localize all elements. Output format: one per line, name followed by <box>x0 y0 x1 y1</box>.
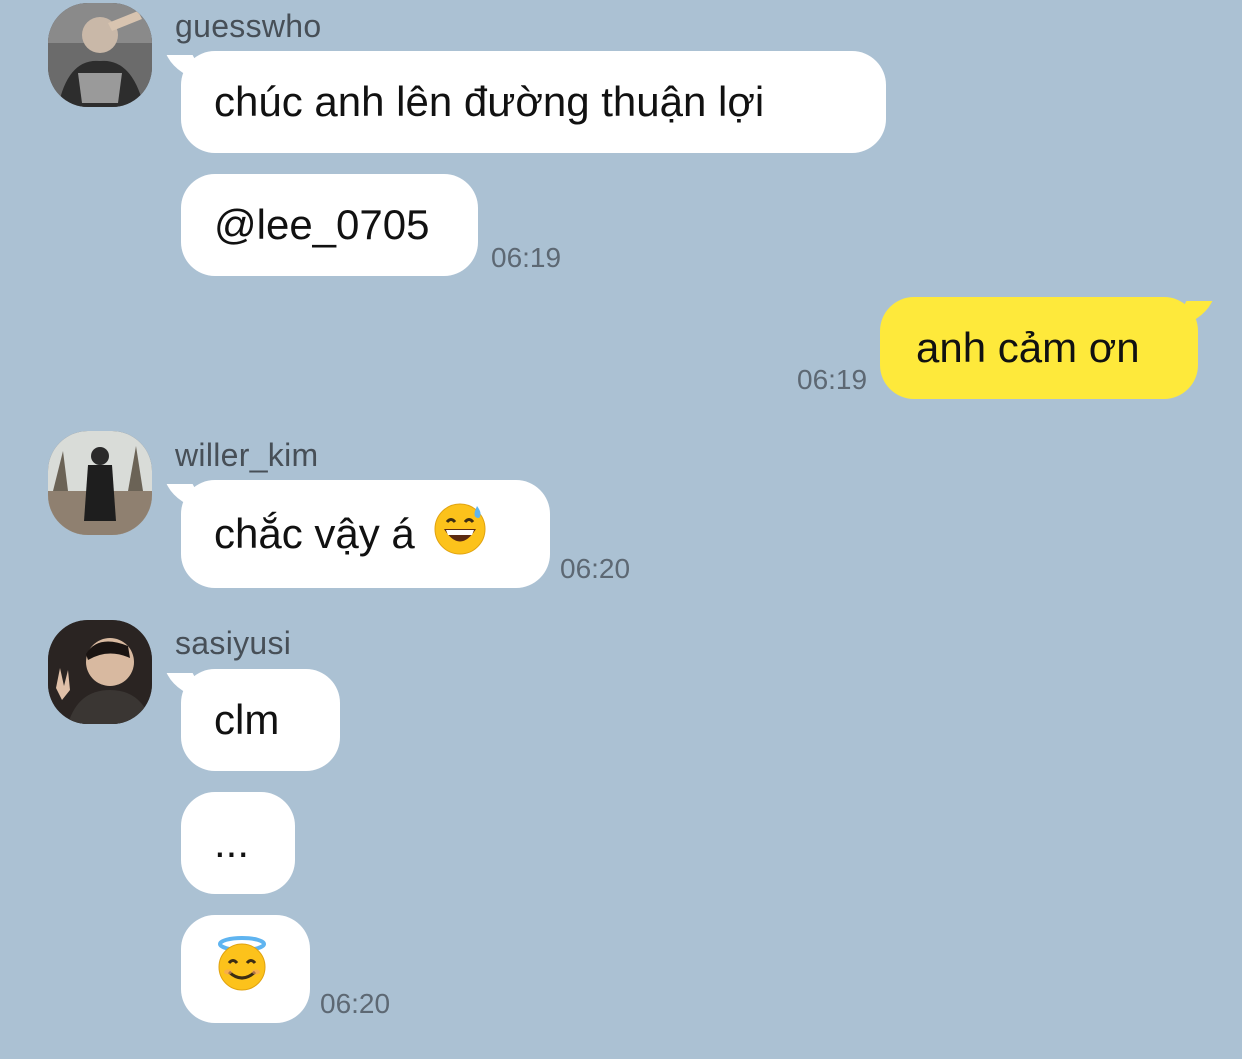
smiling-face-with-halo-icon <box>214 936 270 1002</box>
message-text: anh cảm ơn <box>916 324 1140 371</box>
sender-name: willer_kim <box>175 437 319 473</box>
message-bubble[interactable]: chúc anh lên đường thuận lợi <box>181 51 886 153</box>
avatar-sasiyusi-image <box>48 620 152 724</box>
message-text: ... <box>214 819 250 866</box>
message-bubble[interactable]: clm <box>181 669 340 771</box>
avatar-guesswho[interactable] <box>48 3 152 107</box>
avatar-guesswho-image <box>48 3 152 107</box>
message-text: clm <box>214 696 280 743</box>
avatar-sasiyusi[interactable] <box>48 620 152 724</box>
avatar-willer-kim-image <box>48 431 152 535</box>
message-time: 06:19 <box>797 364 868 395</box>
message-time: 06:20 <box>560 553 631 584</box>
message-time: 06:19 <box>491 242 562 273</box>
sender-name: guesswho <box>175 8 322 44</box>
avatar-willer-kim[interactable] <box>48 431 152 535</box>
message-text: @lee_0705 <box>214 201 430 248</box>
message-bubble[interactable] <box>181 915 310 1023</box>
message-time: 06:20 <box>320 988 391 1019</box>
message-text: chắc vậy á <box>214 510 415 557</box>
outgoing-message-bubble[interactable]: anh cảm ơn <box>880 297 1198 399</box>
grinning-face-with-sweat-icon <box>433 502 487 566</box>
message-bubble[interactable]: chắc vậy á <box>181 480 550 588</box>
sender-name: sasiyusi <box>175 625 292 661</box>
message-text: chúc anh lên đường thuận lợi <box>214 78 765 125</box>
message-bubble[interactable]: @lee_0705 <box>181 174 478 276</box>
message-bubble[interactable]: ... <box>181 792 295 894</box>
